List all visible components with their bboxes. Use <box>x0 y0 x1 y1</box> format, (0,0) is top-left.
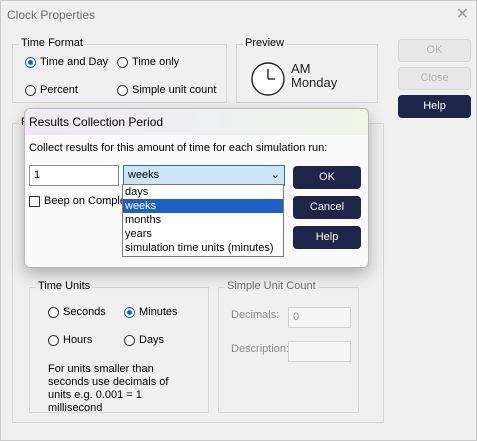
radio-label: Hours <box>63 334 93 346</box>
radio-label: Percent <box>40 84 78 96</box>
radio-seconds[interactable]: Seconds <box>48 306 106 318</box>
radio-label: Seconds <box>63 306 106 318</box>
radio-percent[interactable]: Percent <box>25 84 78 96</box>
preview-text: AM Monday <box>291 62 337 90</box>
note-line: For units smaller than <box>48 363 154 375</box>
simple-unit-count-label: Simple Unit Count <box>225 280 318 292</box>
close-button[interactable]: Close <box>398 67 471 90</box>
window-title: Clock Properties <box>7 8 96 22</box>
description-label: Description: <box>231 343 290 355</box>
radio-simple-unit-count[interactable]: Simple unit count <box>117 84 216 96</box>
decimals-field[interactable]: 0 <box>288 307 351 328</box>
note-line: seconds use decimals of <box>48 376 169 388</box>
radio-label: Days <box>139 334 165 346</box>
radio-label: Time and Day <box>40 56 109 68</box>
radio-unselected-icon <box>48 306 59 318</box>
radio-hours[interactable]: Hours <box>48 334 92 346</box>
radio-unselected-icon <box>48 334 59 346</box>
dialog-cancel-button[interactable]: Cancel <box>293 196 361 219</box>
period-select-value: weeks <box>128 169 160 181</box>
dropdown-option-simulation-time-units[interactable]: simulation time units (minutes) <box>123 241 283 255</box>
radio-minutes[interactable]: Minutes <box>124 306 178 318</box>
radio-label: Time only <box>132 56 180 68</box>
description-field[interactable] <box>288 341 351 362</box>
preview-label: Preview <box>243 37 287 49</box>
dialog-help-button[interactable]: Help <box>293 226 361 249</box>
checkbox-label: Beep on Complet <box>44 195 129 207</box>
preview-line1: AM <box>291 61 311 76</box>
checkbox-icon <box>29 195 40 207</box>
decimals-label: Decimals: <box>231 309 280 321</box>
radio-unselected-icon <box>25 84 36 96</box>
radio-selected-icon <box>25 56 36 68</box>
radio-unselected-icon <box>117 84 128 96</box>
time-units-note: For units smaller than seconds use decim… <box>48 363 168 415</box>
radio-label: Minutes <box>139 306 178 318</box>
ok-button[interactable]: OK <box>398 39 471 62</box>
dropdown-option-years[interactable]: years <box>123 227 283 241</box>
period-select[interactable]: weeks ⌄ <box>123 165 285 186</box>
close-icon[interactable]: ✕ <box>447 1 477 28</box>
clock-icon <box>251 62 285 96</box>
note-line: units e.g. 0.001 = 1 <box>48 389 142 401</box>
radio-unselected-icon <box>117 56 128 68</box>
period-dropdown-list: days weeks months years simulation time … <box>122 184 284 257</box>
dropdown-option-days[interactable]: days <box>123 185 283 199</box>
dialog-ok-button[interactable]: OK <box>293 166 361 189</box>
help-button[interactable]: Help <box>398 95 471 118</box>
dropdown-option-months[interactable]: months <box>123 213 283 227</box>
radio-time-and-day[interactable]: Time and Day <box>25 56 108 68</box>
radio-label: Simple unit count <box>132 84 217 96</box>
radio-unselected-icon <box>124 334 135 346</box>
amount-input[interactable]: 1 <box>29 165 119 186</box>
note-line: millisecond <box>48 402 103 414</box>
radio-days[interactable]: Days <box>124 334 164 346</box>
chevron-down-icon: ⌄ <box>270 169 280 181</box>
radio-selected-icon <box>124 306 135 318</box>
preview-line2: Monday <box>291 75 338 90</box>
beep-on-complete-checkbox[interactable]: Beep on Complet <box>29 195 129 207</box>
dropdown-option-weeks[interactable]: weeks <box>123 199 283 213</box>
time-units-label: Time Units <box>36 280 93 292</box>
dialog-title: Results Collection Period <box>25 109 368 135</box>
radio-time-only[interactable]: Time only <box>117 56 179 68</box>
dialog-prompt: Collect results for this amount of time … <box>29 142 328 154</box>
time-format-label: Time Format <box>19 37 85 49</box>
